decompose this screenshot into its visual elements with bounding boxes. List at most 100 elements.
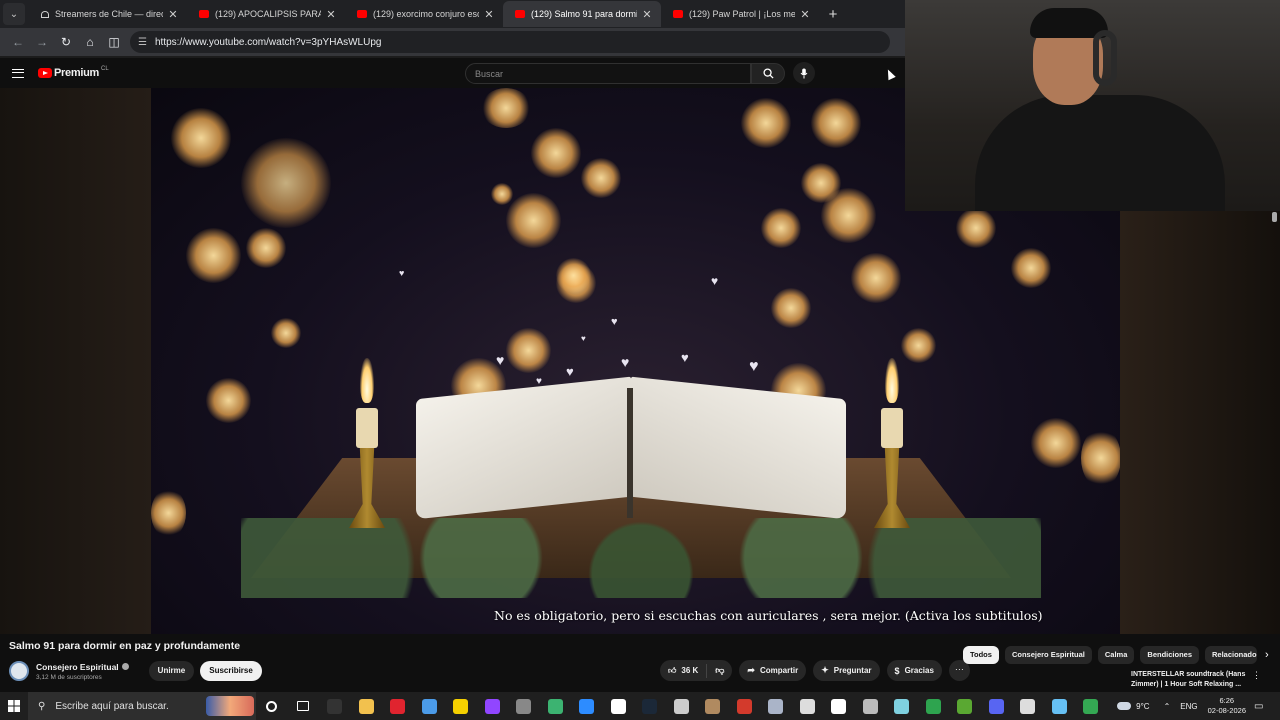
taskbar-app[interactable] [1012, 698, 1044, 714]
app-icon [421, 698, 437, 714]
taskbar-app[interactable] [918, 698, 950, 714]
taskbar-app[interactable] [949, 698, 981, 714]
taskbar-app[interactable] [666, 698, 698, 714]
taskbar-app[interactable] [634, 698, 666, 714]
chevron-right-icon[interactable]: › [1265, 649, 1269, 661]
browser-tab[interactable]: (129) Paw Patrol | ¡Los mejores ✕ [661, 1, 819, 27]
browser-tab-active[interactable]: (129) Salmo 91 para dormir en paz ✕ [503, 1, 661, 27]
bokeh-light [821, 188, 876, 243]
forward-icon[interactable]: → [30, 35, 54, 49]
app-cyan-icon [894, 698, 910, 714]
more-vert-icon[interactable]: ⋮ [1252, 670, 1261, 681]
chip-blessings[interactable]: Bendiciones [1140, 646, 1199, 664]
dislike-button[interactable]: 👎︎ [707, 665, 732, 676]
subscriber-count: 3,12 M de suscriptores [36, 673, 102, 681]
search-input[interactable]: Buscar [465, 63, 751, 84]
split-view-icon[interactable]: ◫ [102, 35, 126, 49]
home-icon[interactable]: ⌂ [78, 35, 102, 49]
channel-avatar[interactable] [9, 661, 29, 681]
taskbar-app[interactable] [729, 698, 761, 714]
chip-related[interactable]: Relacionados [1205, 646, 1257, 664]
taskbar-app[interactable] [855, 698, 887, 714]
chevron-up-icon[interactable]: ⌃ [1164, 702, 1171, 711]
cortana-icon[interactable] [256, 700, 288, 712]
filter-chips: Todos Consejero Espiritual Calma Bendici… [963, 646, 1269, 664]
taskbar-app[interactable] [886, 698, 918, 714]
thanks-button[interactable]: $ Gracias [886, 660, 942, 681]
chip-channel[interactable]: Consejero Espiritual [1004, 646, 1092, 664]
share-icon: ➦ [747, 665, 755, 675]
browser-tab[interactable]: (129) APOCALIPSIS PARANORMAL ✕ [187, 1, 345, 27]
recommended-video-title[interactable]: INTERSTELLAR soundtrack (Hans Zimmer) | … [1131, 670, 1251, 690]
video-actions: 👍︎ 36 K 👎︎ ➦ Compartir ✦ Preguntar $ Gracias… [660, 660, 970, 681]
taskbar-app[interactable] [1044, 698, 1076, 714]
language-indicator[interactable]: ENG [1180, 702, 1197, 711]
notifications-icon[interactable]: ▭ [1254, 701, 1274, 712]
close-tab-icon[interactable]: ✕ [799, 8, 811, 21]
taskbar-app[interactable] [508, 698, 540, 714]
twitch-icon [484, 698, 500, 714]
youtube-icon [515, 10, 525, 18]
close-tab-icon[interactable]: ✕ [641, 8, 653, 21]
taskbar-app[interactable] [351, 698, 383, 714]
channel-name[interactable]: Consejero Espiritual [36, 662, 129, 672]
taskbar-app[interactable] [382, 698, 414, 714]
chip-calm[interactable]: Calma [1097, 646, 1135, 664]
browser-tab-strip: ⌄ Streamers de Chile — directorio ✕ (129… [0, 0, 905, 28]
taskbar-search[interactable]: ⚲ Escribe aquí para buscar. [28, 692, 256, 720]
temperature: 9°C [1136, 701, 1150, 711]
url-field[interactable]: ☰ https://www.youtube.com/watch?v=3pYHAs… [130, 31, 890, 53]
heart-icon: ♥ [711, 274, 719, 288]
zoom-icon [579, 698, 595, 714]
youtube-play-icon [38, 68, 52, 78]
taskbar-app[interactable] [1075, 698, 1107, 714]
taskbar-app[interactable] [760, 698, 792, 714]
back-icon[interactable]: ← [6, 35, 30, 49]
taskbar-app[interactable] [792, 698, 824, 714]
browser-tab[interactable]: Streamers de Chile — directorio ✕ [29, 1, 187, 27]
scrollbar-thumb[interactable] [1272, 212, 1277, 222]
taskbar-app[interactable] [603, 698, 635, 714]
search-button[interactable] [751, 63, 785, 84]
heart-icon: ♥ [399, 268, 405, 278]
taskbar-app[interactable] [697, 698, 729, 714]
clock[interactable]: 6:26 02-08-2026 [1208, 696, 1246, 716]
task-view-icon[interactable] [288, 701, 320, 711]
browser-tab[interactable]: (129) exorcimo conjuro escena ✕ [345, 1, 503, 27]
taskbar-app[interactable] [981, 698, 1013, 714]
new-tab-button[interactable]: + [823, 6, 843, 23]
subscribe-button[interactable]: Suscribirse [200, 661, 262, 681]
site-info-icon[interactable]: ☰ [138, 37, 147, 48]
address-bar-row: ← → ↻ ⌂ ◫ ☰ https://www.youtube.com/watc… [0, 28, 905, 56]
taskbar-blank-icon[interactable] [319, 698, 351, 714]
ask-label: Preguntar [833, 666, 872, 675]
weather-widget[interactable]: 9°C [1117, 701, 1150, 711]
chip-all[interactable]: Todos [963, 646, 999, 664]
channel-info: Consejero Espiritual 3,12 M de suscripto… [36, 662, 129, 681]
join-button[interactable]: Unirme [148, 661, 195, 681]
youtube-logo[interactable]: Premium CL [38, 66, 109, 79]
close-tab-icon[interactable]: ✕ [325, 8, 337, 21]
close-tab-icon[interactable]: ✕ [483, 8, 495, 21]
close-tab-icon[interactable]: ✕ [167, 8, 179, 21]
taskbar-app[interactable] [414, 698, 446, 714]
menu-icon[interactable] [12, 68, 24, 78]
tab-search-button[interactable]: ⌄ [3, 3, 25, 25]
search-icon: ⚲ [38, 700, 46, 712]
bokeh-light [506, 328, 551, 373]
tiktok-icon [831, 698, 847, 714]
sparkle-icon: ✦ [821, 665, 829, 675]
share-button[interactable]: ➦ Compartir [739, 660, 807, 681]
ask-button[interactable]: ✦ Preguntar [813, 660, 880, 681]
taskbar-app[interactable] [477, 698, 509, 714]
reload-icon[interactable]: ↻ [54, 35, 78, 49]
like-button[interactable]: 👍︎ 36 K [660, 663, 708, 678]
windows-icon [8, 700, 20, 712]
taskbar-app[interactable] [571, 698, 603, 714]
taskbar-app[interactable] [445, 698, 477, 714]
discord-icon [988, 698, 1004, 714]
windows-start-button[interactable] [0, 700, 28, 712]
taskbar-app[interactable] [823, 698, 855, 714]
taskbar-app[interactable] [540, 698, 572, 714]
voice-search-button[interactable] [793, 62, 815, 84]
